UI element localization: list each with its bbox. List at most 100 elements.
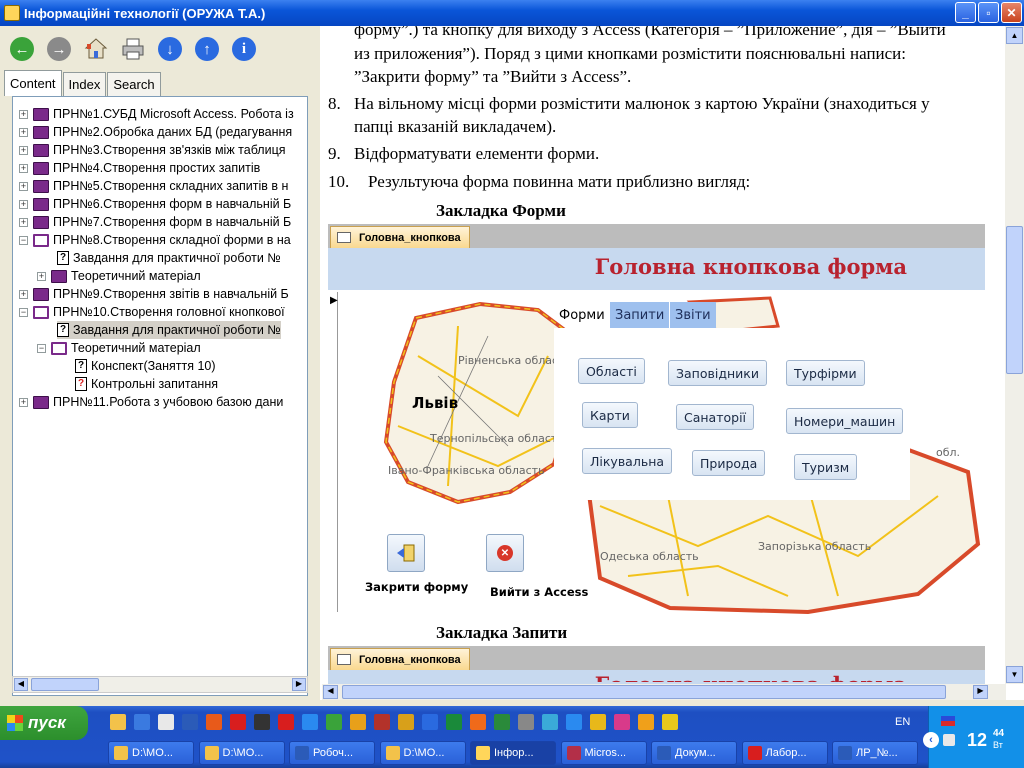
quick-launch-icon[interactable]: [374, 714, 390, 730]
window-titlebar[interactable]: Інформаційні технології (ОРУЖА Т.А.) _ ▫…: [0, 0, 1024, 26]
scroll-right-icon[interactable]: ▶: [973, 685, 988, 699]
quick-launch-icon[interactable]: [518, 714, 534, 730]
quick-launch-icon[interactable]: [638, 714, 654, 730]
tree-item[interactable]: ? Контрольні запитання: [75, 375, 218, 393]
form-button[interactable]: Санаторії: [676, 404, 755, 430]
forward-button[interactable]: →: [45, 35, 73, 63]
taskbar-task-button[interactable]: D:\МО...: [379, 741, 466, 765]
collapse-icon[interactable]: −: [19, 307, 28, 317]
expand-icon[interactable]: +: [19, 163, 28, 173]
tree-item[interactable]: + ПРН№2.Обробка даних БД (редагування: [19, 123, 292, 141]
back-button[interactable]: ←: [8, 35, 36, 63]
form-button[interactable]: Турфірми: [786, 360, 865, 386]
form-button[interactable]: Туризм: [794, 454, 858, 480]
quick-launch-icon[interactable]: [110, 714, 126, 730]
quick-launch-icon[interactable]: [182, 714, 198, 730]
quick-launch-icon[interactable]: [422, 714, 438, 730]
expand-icon[interactable]: +: [19, 199, 28, 209]
close-button[interactable]: ✕: [1001, 2, 1022, 23]
tree-item[interactable]: + ПРН№5.Створення складних запитів в н: [19, 177, 288, 195]
scroll-thumb[interactable]: [1006, 226, 1023, 374]
expand-icon[interactable]: +: [19, 109, 28, 119]
taskbar-task-button[interactable]: Лабор...: [741, 741, 828, 765]
subtab-queries[interactable]: Запити: [610, 302, 670, 328]
tree-item[interactable]: ? Завдання для практичної роботи №: [57, 321, 281, 339]
quick-launch-icon[interactable]: [446, 714, 462, 730]
quick-launch-icon[interactable]: [302, 714, 318, 730]
tree-item[interactable]: + ПРН№9.Створення звітів в навчальній Б: [19, 285, 289, 303]
expand-icon[interactable]: +: [19, 145, 28, 155]
taskbar-task-button[interactable]: Micros...: [560, 741, 647, 765]
content-horizontal-scrollbar[interactable]: ◀ ▶: [322, 684, 1006, 700]
taskbar-task-button[interactable]: ЛР_№...: [832, 741, 918, 765]
quick-launch-icon[interactable]: [542, 714, 558, 730]
tree-horizontal-scrollbar[interactable]: ◀ ▶: [12, 676, 308, 693]
scroll-thumb[interactable]: [342, 685, 946, 699]
tree-item[interactable]: − ПРН№8.Створення складної форми в на: [19, 231, 291, 249]
quick-launch-icon[interactable]: [158, 714, 174, 730]
content-vertical-scrollbar[interactable]: ▲ ▼: [1005, 26, 1024, 684]
language-indicator[interactable]: EN: [895, 716, 910, 728]
form-button[interactable]: Природа: [692, 450, 766, 476]
taskbar-task-button[interactable]: Докум...: [651, 741, 737, 765]
tree-item[interactable]: + ПРН№6.Створення форм в навчальній Б: [19, 195, 291, 213]
form-button[interactable]: Області: [578, 358, 645, 384]
quick-launch-icon[interactable]: [254, 714, 270, 730]
contents-tree[interactable]: + ПРН№1.СУБД Microsoft Access. Робота із +…: [12, 96, 308, 696]
close-form-button[interactable]: [387, 534, 425, 572]
start-button[interactable]: пуск: [0, 706, 88, 740]
expand-tray-icon[interactable]: ‹: [923, 732, 939, 748]
form-button[interactable]: Заповідники: [668, 360, 767, 386]
tree-item[interactable]: + ПРН№7.Створення форм в навчальній Б: [19, 213, 291, 231]
exit-access-button[interactable]: ✕: [486, 534, 524, 572]
scroll-thumb[interactable]: [31, 678, 99, 691]
tree-item[interactable]: + ПРН№11.Робота з учбовою базою дани: [19, 393, 283, 411]
expand-icon[interactable]: +: [19, 217, 28, 227]
collapse-icon[interactable]: −: [37, 343, 46, 353]
expand-icon[interactable]: +: [19, 127, 28, 137]
maximize-button[interactable]: ▫: [978, 2, 999, 23]
tab-index[interactable]: Index: [62, 72, 107, 96]
tree-item[interactable]: − Теоретичний матеріал: [37, 339, 201, 357]
quick-launch-icon[interactable]: [494, 714, 510, 730]
expand-icon[interactable]: +: [19, 397, 28, 407]
home-button[interactable]: [82, 35, 110, 63]
tree-item[interactable]: ? Конспект(Заняття 10): [75, 357, 216, 375]
form-button[interactable]: Номери_машин: [786, 408, 904, 434]
quick-launch-icon[interactable]: [662, 714, 678, 730]
quick-launch-icon[interactable]: [398, 714, 414, 730]
scroll-right-icon[interactable]: ▶: [292, 678, 306, 691]
volume-icon[interactable]: [943, 734, 955, 746]
quick-launch-icon[interactable]: [134, 714, 150, 730]
scroll-down-icon[interactable]: ▼: [1006, 666, 1023, 683]
subtab-forms[interactable]: Форми: [554, 302, 610, 328]
expand-icon[interactable]: +: [19, 181, 28, 191]
tree-item[interactable]: − ПРН№10.Створення головної кнопкової: [19, 303, 285, 321]
previous-topic-button[interactable]: ↑: [193, 35, 221, 63]
quick-launch-icon[interactable]: [326, 714, 342, 730]
form-button[interactable]: Лікувальна: [582, 448, 673, 474]
flag-icon[interactable]: [941, 716, 955, 726]
quick-launch-icon[interactable]: [470, 714, 486, 730]
print-button[interactable]: [119, 35, 147, 63]
tab-content[interactable]: Content: [4, 70, 62, 96]
quick-launch-icon[interactable]: [206, 714, 222, 730]
quick-launch-icon[interactable]: [614, 714, 630, 730]
expand-icon[interactable]: +: [19, 289, 28, 299]
scroll-left-icon[interactable]: ◀: [14, 678, 28, 691]
next-topic-button[interactable]: ↓: [156, 35, 184, 63]
minimize-button[interactable]: _: [955, 2, 976, 23]
quick-launch-icon[interactable]: [230, 714, 246, 730]
subtab-reports[interactable]: Звіти: [670, 302, 716, 328]
quick-launch-icon[interactable]: [566, 714, 582, 730]
scroll-left-icon[interactable]: ◀: [323, 685, 338, 699]
tree-item[interactable]: + Теоретичний матеріал: [37, 267, 201, 285]
taskbar-task-button[interactable]: D:\МО...: [198, 741, 285, 765]
taskbar-task-button[interactable]: Інфор...: [470, 741, 556, 765]
tree-item[interactable]: ? Завдання для практичної роботи №: [57, 249, 281, 267]
taskbar-task-button[interactable]: D:\МО...: [108, 741, 194, 765]
collapse-icon[interactable]: −: [19, 235, 28, 245]
form-button[interactable]: Карти: [582, 402, 638, 428]
quick-launch-icon[interactable]: [590, 714, 606, 730]
tab-search[interactable]: Search: [107, 72, 161, 96]
